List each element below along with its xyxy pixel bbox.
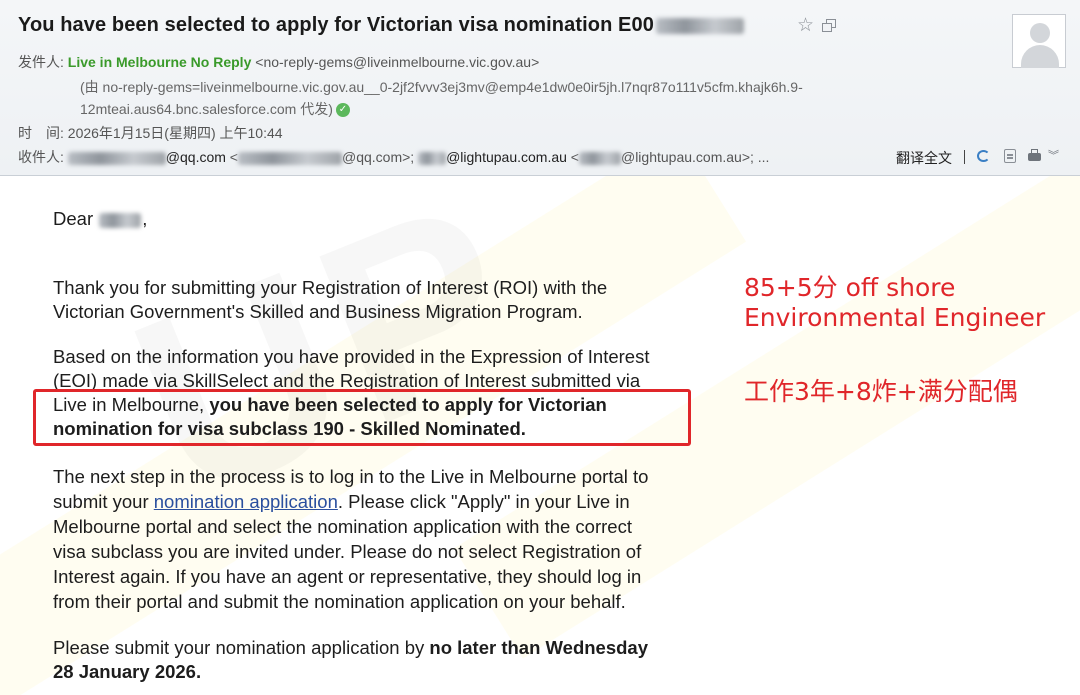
from-line: 发件人: Live in Melbourne No Reply <no-repl… (18, 52, 539, 72)
paragraph-3-line-5: Interest again. If you have an agent or … (53, 566, 642, 587)
paragraph-3-line-3: Melbourne portal and select the nominati… (53, 516, 632, 537)
highlight-box (33, 389, 691, 446)
annotation-line-1: 85+5分 off shore (744, 273, 956, 302)
redacted-text (99, 212, 142, 228)
paragraph-1-line-2: Victorian Government's Skilled and Busin… (53, 301, 583, 322)
redacted-text (418, 151, 447, 165)
annotation-line-3: 工作3年+8炸+满分配偶 (744, 377, 1018, 406)
time-line: 时 间: 2026年1月15日(星期四) 上午10:44 (18, 123, 283, 143)
reply-icon[interactable] (976, 148, 992, 164)
popout-window-icon[interactable] (822, 19, 836, 32)
check-circle-icon: ✓ (335, 103, 350, 118)
divider (964, 150, 965, 164)
paragraph-4-line-2: 28 January 2026. (53, 661, 202, 682)
paragraph-2-line-1: Based on the information you have provid… (53, 346, 650, 367)
recipient-2[interactable]: @lightupau.com.au (446, 149, 567, 165)
relay-line-2: 12mteai.aus64.bnc.salesforce.com 代发) ✓ (80, 99, 350, 119)
email-subject: You have been selected to apply for Vict… (18, 14, 744, 37)
sender-name[interactable]: Live in Melbourne No Reply (68, 54, 252, 70)
recipient-1[interactable]: @qq.com (166, 149, 226, 165)
nomination-application-link[interactable]: nomination application (154, 491, 338, 512)
email-header: You have been selected to apply for Vict… (0, 0, 1080, 176)
redacted-text (655, 17, 744, 34)
time-label: 时 间: (18, 125, 64, 141)
relay-line-1: (由 no-reply-gems=liveinmelbourne.vic.gov… (80, 79, 803, 95)
paragraph-3-line-4: visa subclass you are invited under. Ple… (53, 541, 642, 562)
sender-address: <no-reply-gems@liveinmelbourne.vic.gov.a… (255, 54, 540, 70)
translate-button[interactable]: 翻译全文 (896, 148, 952, 168)
print-icon[interactable] (1026, 148, 1042, 164)
chevron-down-icon[interactable]: ︾ (1048, 148, 1064, 164)
note-icon[interactable] (1002, 148, 1018, 164)
to-label: 收件人: (18, 149, 64, 165)
user-avatar[interactable] (1012, 14, 1066, 68)
paragraph-1-line-1: Thank you for submitting your Registrati… (53, 277, 608, 298)
redacted-text (237, 151, 342, 165)
redacted-text (578, 151, 621, 165)
paragraph-3-line-2: submit your nomination application. Plea… (53, 491, 630, 512)
to-line: 收件人: @qq.com < @qq.com>; @lightupau.com.a… (18, 149, 770, 165)
annotation-line-2: Environmental Engineer (744, 303, 1046, 332)
time-value: 2026年1月15日(星期四) 上午10:44 (67, 125, 283, 141)
star-icon[interactable]: ☆ (797, 14, 814, 37)
greeting: Dear , (53, 208, 148, 229)
paragraph-3-line-1: The next step in the process is to log i… (53, 466, 649, 487)
paragraph-3-line-6: from their portal and submit the nominat… (53, 591, 626, 612)
redacted-text (67, 151, 166, 165)
paragraph-4-line-1: Please submit your nomination applicatio… (53, 637, 649, 658)
from-label: 发件人: (18, 54, 64, 70)
